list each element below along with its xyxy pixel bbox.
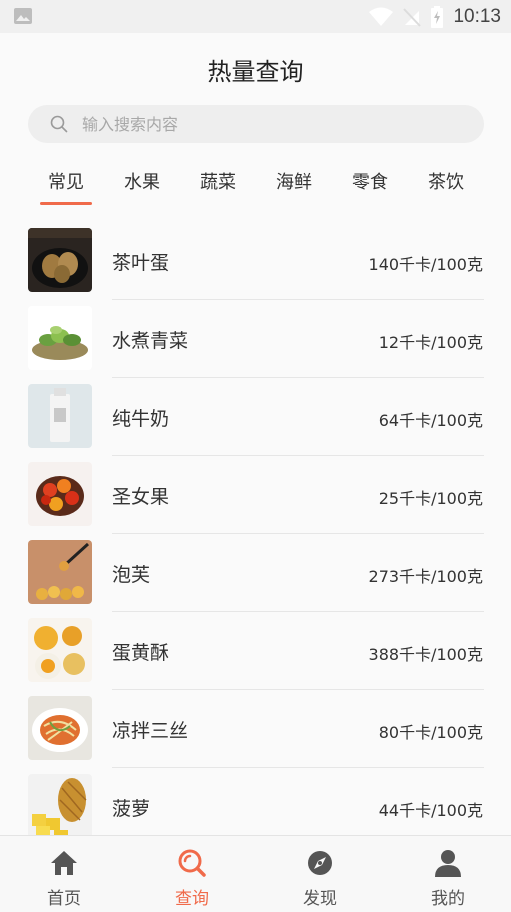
food-name: 菠萝: [112, 798, 151, 820]
food-calories: 273千卡/100克: [368, 567, 483, 586]
food-name: 蛋黄酥: [112, 642, 170, 664]
page-title: 热量查询: [207, 58, 304, 86]
nav-label: 我的: [431, 889, 465, 909]
status-time: 10:13: [453, 5, 501, 27]
tab-tea-drinks[interactable]: 茶饮: [408, 168, 484, 208]
gallery-icon: [14, 8, 32, 24]
home-icon: [51, 851, 77, 875]
cold-shreds-salad-thumbnail: [28, 696, 92, 760]
list-item[interactable]: 圣女果 25千卡/100克: [0, 456, 511, 534]
tab-common[interactable]: 常见: [28, 168, 104, 208]
milk-thumbnail: [28, 384, 92, 448]
list-item[interactable]: 菠萝 44千卡/100克: [0, 768, 511, 835]
nav-label: 首页: [47, 889, 81, 909]
search-icon: [178, 849, 206, 877]
list-item[interactable]: 茶叶蛋 140千卡/100克: [0, 222, 511, 300]
compass-icon: [308, 851, 332, 875]
search-icon: [50, 115, 68, 133]
list-item[interactable]: 凉拌三丝 80千卡/100克: [0, 690, 511, 768]
tab-label: 水果: [124, 172, 160, 193]
category-tabs: 常见 水果 蔬菜 海鲜 零食 茶饮: [28, 168, 484, 208]
list-item[interactable]: 蛋黄酥 388千卡/100克: [0, 612, 511, 690]
tab-label: 茶饮: [428, 172, 464, 193]
search-input[interactable]: [82, 114, 462, 134]
food-calories: 64千卡/100克: [378, 411, 483, 430]
no-signal-icon: [403, 7, 422, 27]
tab-snacks[interactable]: 零食: [332, 168, 408, 208]
food-calories: 80千卡/100克: [378, 723, 483, 742]
nav-home[interactable]: 首页: [0, 836, 128, 912]
food-name: 茶叶蛋: [112, 252, 170, 274]
bottom-nav: 首页 查询 发现 我的: [0, 835, 511, 912]
egg-yolk-pastry-thumbnail: [28, 618, 92, 682]
battery-charging-icon: [431, 5, 444, 28]
nav-label: 发现: [303, 889, 337, 909]
nav-query[interactable]: 查询: [128, 836, 256, 912]
status-icons: 10:13: [369, 0, 501, 33]
boiled-greens-thumbnail: [28, 306, 92, 370]
food-calories: 12千卡/100克: [378, 333, 483, 352]
food-name: 泡芙: [112, 564, 151, 586]
search-bar[interactable]: [28, 105, 484, 143]
tab-fruit[interactable]: 水果: [104, 168, 180, 208]
food-calories: 25千卡/100克: [378, 489, 483, 508]
tab-label: 海鲜: [276, 172, 312, 193]
food-calories: 44千卡/100克: [378, 801, 483, 820]
food-name: 水煮青菜: [112, 330, 189, 352]
cream-puff-thumbnail: [28, 540, 92, 604]
tab-seafood[interactable]: 海鲜: [256, 168, 332, 208]
tab-label: 零食: [352, 172, 388, 193]
nav-profile[interactable]: 我的: [384, 836, 511, 912]
tab-label: 常见: [48, 172, 84, 193]
list-item[interactable]: 泡芙 273千卡/100克: [0, 534, 511, 612]
food-name: 圣女果: [112, 486, 170, 508]
food-name: 纯牛奶: [112, 408, 170, 430]
food-calories: 140千卡/100克: [368, 255, 483, 274]
tab-vegetables[interactable]: 蔬菜: [180, 168, 256, 208]
tab-label: 蔬菜: [200, 172, 236, 193]
nav-label: 查询: [175, 889, 209, 909]
food-list: 茶叶蛋 140千卡/100克 水煮青菜 12千卡/100克 纯牛奶 64千卡/1…: [0, 222, 511, 835]
food-name: 凉拌三丝: [112, 720, 189, 742]
cherry-tomato-thumbnail: [28, 462, 92, 526]
status-bar: 10:13: [0, 0, 511, 33]
food-calories: 388千卡/100克: [368, 645, 483, 664]
list-item[interactable]: 水煮青菜 12千卡/100克: [0, 300, 511, 378]
wifi-icon: [369, 7, 394, 26]
list-item[interactable]: 纯牛奶 64千卡/100克: [0, 378, 511, 456]
user-icon: [435, 850, 461, 877]
nav-discover[interactable]: 发现: [256, 836, 384, 912]
pineapple-thumbnail: [28, 774, 92, 835]
active-tab-indicator: [40, 202, 92, 205]
tea-egg-thumbnail: [28, 228, 92, 292]
